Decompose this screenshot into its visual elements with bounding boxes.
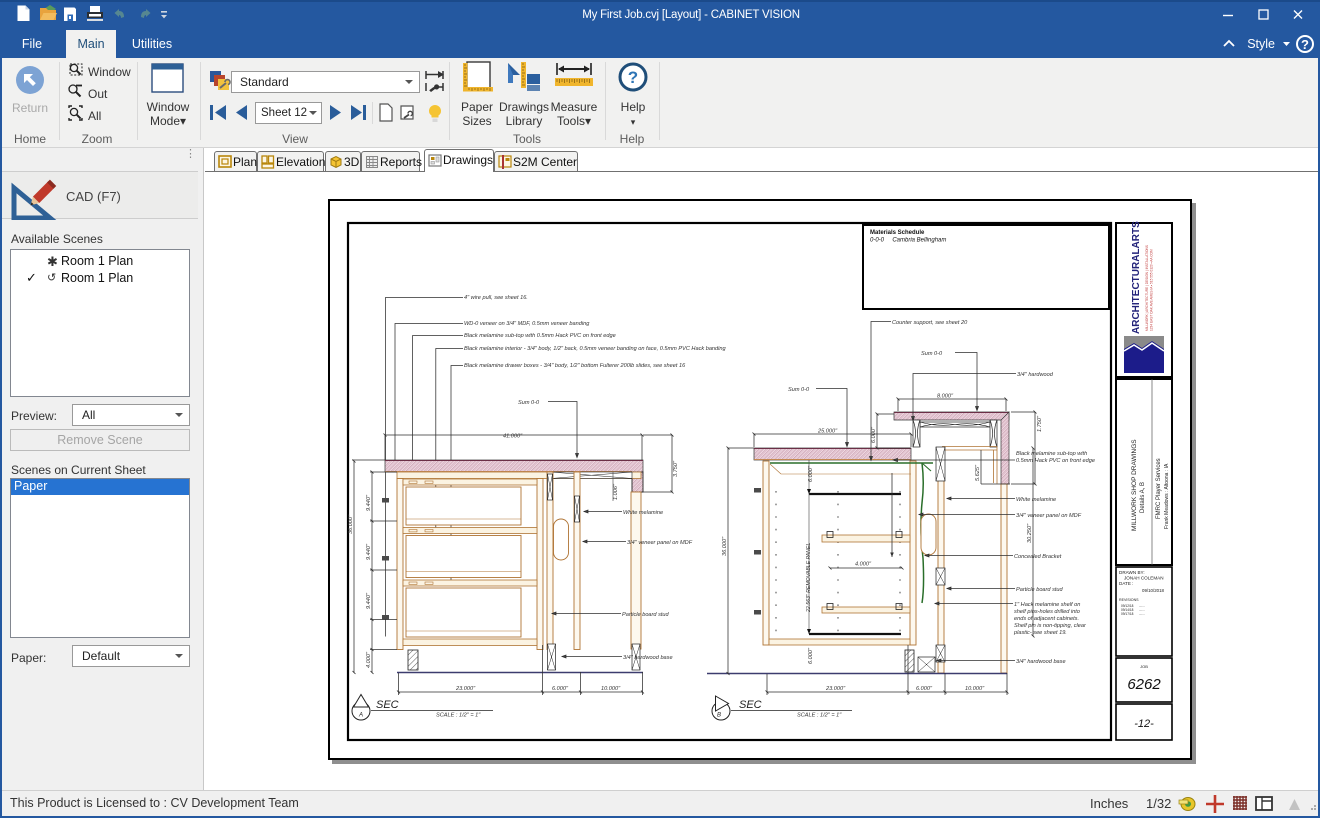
svg-text:WD-0 veneer on 3/4" MDF, 0.5mm: WD-0 veneer on 3/4" MDF, 0.5mm veneer ba…	[464, 321, 590, 327]
svg-text:Details A, B: Details A, B	[1140, 482, 1146, 513]
svg-text:Counter support, see sheet 20: Counter support, see sheet 20	[892, 320, 968, 326]
svg-text:shelf pins-holes drilled into: shelf pins-holes drilled into	[1014, 609, 1080, 615]
svg-text:?: ?	[628, 68, 638, 87]
svg-text:30.250": 30.250"	[1027, 523, 1033, 543]
svg-text:Black melamine sub-top with 0.: Black melamine sub-top with 0.5mm Hack P…	[464, 333, 616, 339]
svg-text:Black melamine sub-top with: Black melamine sub-top with	[1016, 451, 1087, 457]
svg-text:plastic- see sheet 19.: plastic- see sheet 19.	[1013, 630, 1067, 636]
svg-text:Sum 0-0: Sum 0-0	[921, 351, 943, 357]
svg-text:Particle board stud: Particle board stud	[622, 612, 670, 618]
svg-text:09/10/2018: 09/10/2018	[1142, 588, 1165, 593]
svg-text:SCALE : 1/2" = 1": SCALE : 1/2" = 1"	[436, 713, 481, 719]
svg-text:ends of adjacent cabinets.: ends of adjacent cabinets.	[1014, 616, 1079, 622]
svg-text:Concealed Bracket: Concealed Bracket	[1014, 554, 1062, 560]
svg-text:4.000": 4.000"	[366, 651, 372, 668]
svg-text:A: A	[358, 713, 363, 719]
svg-text:DATE :: DATE :	[1119, 581, 1133, 586]
svg-text:White melamine: White melamine	[623, 510, 663, 516]
svg-text:6.000": 6.000"	[808, 465, 814, 482]
svg-text:1.006": 1.006"	[613, 483, 619, 500]
svg-text:DRAWN BY:: DRAWN BY:	[1119, 570, 1145, 575]
svg-text:9.440": 9.440"	[366, 592, 372, 609]
svg-text:3/4" veneer panel on MDF: 3/4" veneer panel on MDF	[1016, 513, 1082, 519]
svg-text:3/4" hardwood: 3/4" hardwood	[1017, 372, 1054, 378]
svg-text:B: B	[717, 713, 721, 719]
svg-text:0.5mm Hack PVC on front edge: 0.5mm Hack PVC on front edge	[1016, 458, 1095, 464]
svg-text:8.000": 8.000"	[937, 394, 954, 400]
svg-text:6.000": 6.000"	[871, 426, 877, 443]
svg-text:0-0-0 Cambria Bellingham: 0-0-0 Cambria Bellingham	[870, 238, 946, 244]
svg-text:SCALE : 1/2" = 1": SCALE : 1/2" = 1"	[797, 713, 842, 719]
svg-text:White melamine: White melamine	[1016, 497, 1056, 503]
svg-text:23.000": 23.000"	[455, 686, 476, 692]
svg-text:-12-: -12-	[1134, 718, 1154, 730]
svg-text:3/4" hardwood base: 3/4" hardwood base	[1016, 659, 1066, 665]
svg-text:Sum 0-0: Sum 0-0	[518, 400, 540, 406]
svg-text:4.000": 4.000"	[855, 562, 872, 568]
svg-text:SEC: SEC	[376, 699, 399, 711]
svg-text:10.000": 10.000"	[601, 686, 621, 692]
svg-text:1234 EAST OAK AVE AMES IA • 51: 1234 EAST OAK AVE AMES IA • 515 555 0123…	[1150, 249, 1154, 331]
svg-text:23.000": 23.000"	[825, 686, 846, 692]
svg-text:6262: 6262	[1127, 676, 1161, 693]
svg-text:ARCHITECTURALARTS: ARCHITECTURALARTS	[1131, 221, 1142, 334]
svg-text:6.000": 6.000"	[916, 686, 933, 692]
svg-text:22.563" REMOVABLE PANEL: 22.563" REMOVABLE PANEL	[806, 543, 812, 613]
svg-text:Black melamine drawer boxes -: Black melamine drawer boxes - 3/4" body,…	[464, 363, 686, 369]
svg-text:3/4" veneer panel on MDF: 3/4" veneer panel on MDF	[627, 540, 693, 546]
svg-text:Frank Meadows : Altoona : IA: Frank Meadows : Altoona : IA	[1164, 463, 1170, 529]
svg-text:36.000": 36.000"	[722, 536, 728, 556]
svg-text:9.440": 9.440"	[366, 494, 372, 511]
svg-text:5.625": 5.625"	[975, 464, 981, 481]
svg-text:Materials Schedule: Materials Schedule	[870, 230, 925, 236]
svg-text:MILLWORK SHOP DRAWINGS: MILLWORK SHOP DRAWINGS	[1131, 439, 1138, 531]
svg-text:25.000": 25.000"	[817, 429, 838, 435]
svg-text:MILLWORK | ARCHITECTURE | DESI: MILLWORK | ARCHITECTURE | DESIGN | INSTA…	[1145, 245, 1149, 331]
svg-text:6.000": 6.000"	[808, 647, 814, 664]
svg-text:09/17/18 .......: 09/17/18 .......	[1121, 612, 1145, 616]
svg-text:REVISIONS: REVISIONS	[1119, 598, 1139, 602]
svg-text:SEC: SEC	[739, 699, 762, 711]
svg-text:3.750": 3.750"	[673, 460, 679, 477]
svg-text:4" wire pull, see sheet 16.: 4" wire pull, see sheet 16.	[464, 295, 528, 301]
svg-text:36.000": 36.000"	[348, 514, 354, 534]
svg-text:FMRC Player Services: FMRC Player Services	[1156, 458, 1162, 519]
svg-text:Particle board stud: Particle board stud	[1016, 587, 1064, 593]
svg-text:10.000": 10.000"	[965, 686, 985, 692]
svg-text:3/4" hardwood base: 3/4" hardwood base	[623, 655, 673, 661]
svg-text:9.440": 9.440"	[366, 543, 372, 560]
svg-text:JOB: JOB	[1140, 664, 1148, 669]
svg-text:Shelf pin is non-tipping, clea: Shelf pin is non-tipping, clear	[1014, 623, 1087, 629]
svg-text:JONAH COLEMAN: JONAH COLEMAN	[1124, 576, 1164, 581]
svg-text:41.000": 41.000"	[503, 434, 523, 440]
svg-text:1" Hack melamine shelf on: 1" Hack melamine shelf on	[1014, 602, 1080, 608]
svg-text:?: ?	[1301, 37, 1309, 52]
svg-text:6.000": 6.000"	[552, 686, 569, 692]
svg-text:Black melamine interior - 3/4": Black melamine interior - 3/4" body, 1/2…	[464, 346, 727, 352]
svg-text:1.750": 1.750"	[1037, 415, 1043, 432]
svg-text:Sum 0-0: Sum 0-0	[788, 387, 810, 393]
